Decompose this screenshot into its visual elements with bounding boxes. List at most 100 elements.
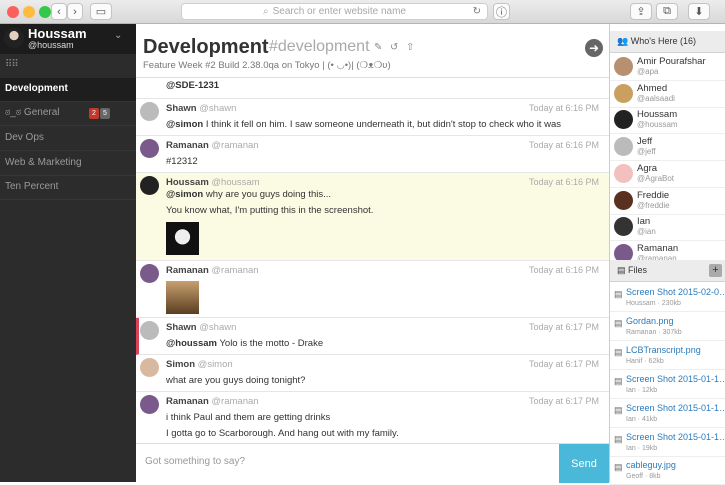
file-icon: ▤ <box>617 265 626 275</box>
person-handle: @AgraBot <box>637 173 675 183</box>
message-input[interactable]: Got something to say? <box>145 456 245 467</box>
edit-icon[interactable]: ✎ <box>374 42 382 53</box>
message-text: @houssam Yolo is the motto - Drake <box>166 338 324 349</box>
user-menu[interactable]: Houssam @houssam ⌄ <box>0 24 136 54</box>
person-name: Amir Pourafshar <box>637 56 706 67</box>
document-icon: ▤ <box>614 404 623 415</box>
document-icon: ▤ <box>614 375 623 386</box>
file-item[interactable]: ▤ Gordan.png Ramanan · 307kb <box>610 312 725 341</box>
sidebar-item-ten-percent[interactable]: Ten Percent <box>0 176 136 200</box>
file-name[interactable]: cableguy.jpg <box>626 460 724 470</box>
room-label: Web & Marketing <box>5 157 82 168</box>
document-icon: ▤ <box>614 289 623 299</box>
message-text: @SDE-1231 <box>166 80 220 91</box>
person-item[interactable]: Ian @ian <box>610 214 725 242</box>
file-item[interactable]: ▤ cableguy.jpg Geoff · 8kb <box>610 456 725 485</box>
sidebar-toggle-icon[interactable]: ▭ <box>90 3 112 20</box>
file-name[interactable]: Screen Shot 2015-01-1… <box>626 374 724 384</box>
avatar <box>614 163 633 183</box>
file-meta: Geoff · 8kb <box>626 473 661 481</box>
file-item[interactable]: ▤ Screen Shot 2015-02-0… Houssam · 230kb <box>610 283 725 312</box>
share-icon[interactable]: ⇪ <box>630 3 652 20</box>
upload-icon[interactable]: ⇧ <box>406 42 414 53</box>
document-icon: ▤ <box>614 433 623 444</box>
message-highlighted: Houssam @houssam Today at 6:16 PM @simon… <box>136 173 609 261</box>
reload-icon[interactable]: ↻ <box>473 6 481 17</box>
message: @SDE-1231 <box>136 78 609 99</box>
download-icon[interactable]: ⬇ <box>688 3 710 20</box>
person-name: Ian <box>637 216 651 228</box>
user-name: Houssam <box>28 26 87 41</box>
whos-here-header: 👥 Who's Here (16) <box>610 31 725 53</box>
compose-bar: Got something to say? Send <box>136 443 609 483</box>
arrow-right-icon[interactable]: ➜ <box>585 39 603 57</box>
sidebar-item-development[interactable]: Development <box>0 78 136 102</box>
file-meta: Ian · 41kb <box>626 415 658 423</box>
address-bar[interactable]: ⌕ Search or enter website name ↻ <box>181 3 488 20</box>
file-item[interactable]: ▤ Screen Shot 2015-01-1… Ian · 12kb <box>610 370 725 399</box>
message-author: Ramanan @ramanan <box>166 265 259 276</box>
apps-grid-icon[interactable]: ⠿⠿ <box>5 59 19 70</box>
file-name[interactable]: Gordan.png <box>626 316 724 326</box>
message-mention: Shawn @shawn Today at 6:17 PM @houssam Y… <box>136 318 609 355</box>
message-text: @simon why are you guys doing this... <box>166 189 332 200</box>
message: Ramanan @ramanan Today at 6:16 PM <box>136 261 609 318</box>
avatar <box>4 28 24 48</box>
add-file-button[interactable]: + <box>709 264 722 277</box>
file-name[interactable]: Screen Shot 2015-01-1… <box>626 403 724 413</box>
document-icon: ▤ <box>614 462 623 473</box>
avatar <box>140 264 159 283</box>
forward-button[interactable]: › <box>67 3 83 20</box>
message: Ramanan @ramanan Today at 6:17 PM i thin… <box>136 392 609 443</box>
message-text: i think Paul and them are getting drinks <box>166 412 331 423</box>
sidebar-item-dev-ops[interactable]: Dev Ops <box>0 127 136 151</box>
room-label: Ten Percent <box>5 181 59 192</box>
sidebar-item-web-marketing[interactable]: Web & Marketing <box>0 152 136 176</box>
page-title: Development <box>143 36 269 58</box>
file-name[interactable]: LCBTranscript.png <box>626 345 724 355</box>
person-item[interactable]: Houssam @houssam <box>610 107 725 135</box>
message: Simon @simon Today at 6:17 PM what are y… <box>136 355 609 392</box>
people-icon: 👥 <box>617 36 629 46</box>
person-item[interactable]: Agra @AgraBot <box>610 161 725 188</box>
person-item[interactable]: Jeff @jeff <box>610 134 725 162</box>
person-item[interactable]: Ahmed @aalsaadi <box>610 81 725 108</box>
person-item[interactable]: Amir Pourafshar @apa <box>610 54 725 81</box>
file-item[interactable]: ▤ LCBTranscript.png Hanif · 62kb <box>610 341 725 370</box>
message-list[interactable]: @SDE-1231 Shawn @shawn Today at 6:16 PM … <box>136 78 609 443</box>
file-meta: Hanif · 62kb <box>626 357 664 365</box>
right-panel: 👥 Who's Here (16) Amir Pourafshar @apa Ahm… <box>609 24 725 485</box>
message-text: #12312 <box>166 156 198 167</box>
unread-badge: 2 <box>89 108 99 119</box>
document-icon: ▤ <box>614 317 623 328</box>
file-name[interactable]: Screen Shot 2015-01-1… <box>626 432 724 442</box>
files-title: Files <box>628 265 648 275</box>
info-icon[interactable]: ⓘ <box>493 3 510 20</box>
file-name[interactable]: Screen Shot 2015-02-0… <box>626 287 724 297</box>
history-icon[interactable]: ↺ <box>390 42 398 53</box>
person-name: Agra <box>637 162 658 174</box>
tabs-icon[interactable]: ⧉ <box>656 3 678 20</box>
message-author: Houssam @houssam <box>166 177 260 188</box>
message-timestamp: Today at 6:16 PM <box>528 103 599 113</box>
person-item[interactable]: Freddie @freddie <box>610 188 725 215</box>
file-item[interactable]: ▤ Screen Shot 2015-01-1… Ian · 19kb <box>610 428 725 457</box>
room-topic: Feature Week #2 Build 2.38.0qa on Tokyo … <box>143 60 391 71</box>
sidebar-item-general[interactable]: ಠ_ಠ General 2 5 <box>0 102 136 126</box>
chevron-down-icon[interactable]: ⌄ <box>114 30 122 41</box>
message-timestamp: Today at 6:16 PM <box>528 140 599 150</box>
close-window-button[interactable] <box>7 6 19 18</box>
file-item[interactable]: ▤ Screen Shot 2015-01-1… Ian · 41kb <box>610 399 725 428</box>
message-timestamp: Today at 6:17 PM <box>528 396 599 406</box>
minimize-window-button[interactable] <box>23 6 35 18</box>
zoom-window-button[interactable] <box>39 6 51 18</box>
room-label: Dev Ops <box>5 132 44 143</box>
message-author: Ramanan @ramanan <box>166 140 259 151</box>
chat-panel: Development #development ✎ ↺ ⇧ Feature W… <box>136 24 609 483</box>
person-name: Jeff <box>637 136 653 148</box>
avatar <box>140 321 159 340</box>
image-attachment[interactable] <box>166 281 199 314</box>
back-button[interactable]: ‹ <box>51 3 67 20</box>
send-button[interactable]: Send <box>559 444 609 483</box>
image-attachment[interactable] <box>166 222 199 255</box>
